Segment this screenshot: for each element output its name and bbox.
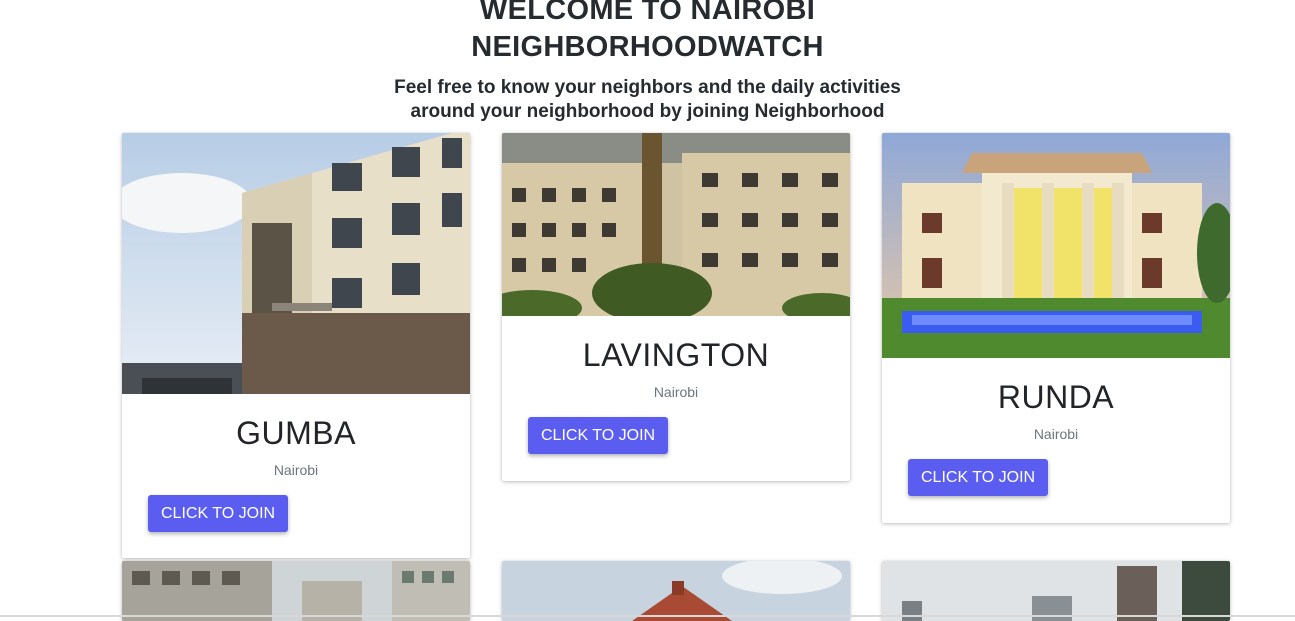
neighborhood-card-gumba: GUMBA Nairobi CLICK TO JOIN	[122, 133, 470, 558]
page-subtitle: Feel free to know your neighbors and the…	[0, 76, 1295, 124]
join-button-gumba[interactable]: CLICK TO JOIN	[148, 495, 289, 532]
join-button-runda[interactable]: CLICK TO JOIN	[908, 459, 1049, 496]
neighborhood-image-partial	[502, 561, 850, 621]
join-button-lavington[interactable]: CLICK TO JOIN	[528, 417, 669, 454]
page-title: WELCOME TO NAIROBI NEIGHBORHOODWATCH	[0, 0, 1295, 66]
neighborhood-city: Nairobi	[653, 384, 699, 400]
neighborhood-name: LAVINGTON	[582, 337, 770, 373]
neighborhood-card-partial	[122, 561, 470, 621]
page-subtitle-line2: around your neighborhood by joining Neig…	[410, 101, 885, 122]
page-title-line1: WELCOME TO NAIROBI	[479, 0, 816, 26]
neighborhood-card-runda: RUNDA Nairobi CLICK TO JOIN	[882, 133, 1230, 523]
neighborhood-city: Nairobi	[273, 462, 319, 478]
neighborhood-image-partial	[122, 561, 470, 621]
neighborhood-name: RUNDA	[997, 379, 1115, 415]
page-subtitle-line1: Feel free to know your neighbors and the…	[394, 77, 901, 98]
neighborhood-image-lavington	[502, 133, 850, 316]
page-title-line2: NEIGHBORHOODWATCH	[471, 31, 824, 63]
neighborhood-city: Nairobi	[1033, 426, 1079, 442]
neighborhood-image-partial	[882, 561, 1230, 621]
neighborhood-image-runda	[882, 133, 1230, 358]
neighborhood-card-lavington: LAVINGTON Nairobi CLICK TO JOIN	[502, 133, 850, 481]
neighborhood-card-partial	[502, 561, 850, 621]
neighborhood-image-gumba	[122, 133, 470, 394]
neighborhood-name: GUMBA	[236, 415, 356, 451]
neighborhood-card-partial	[882, 561, 1230, 621]
